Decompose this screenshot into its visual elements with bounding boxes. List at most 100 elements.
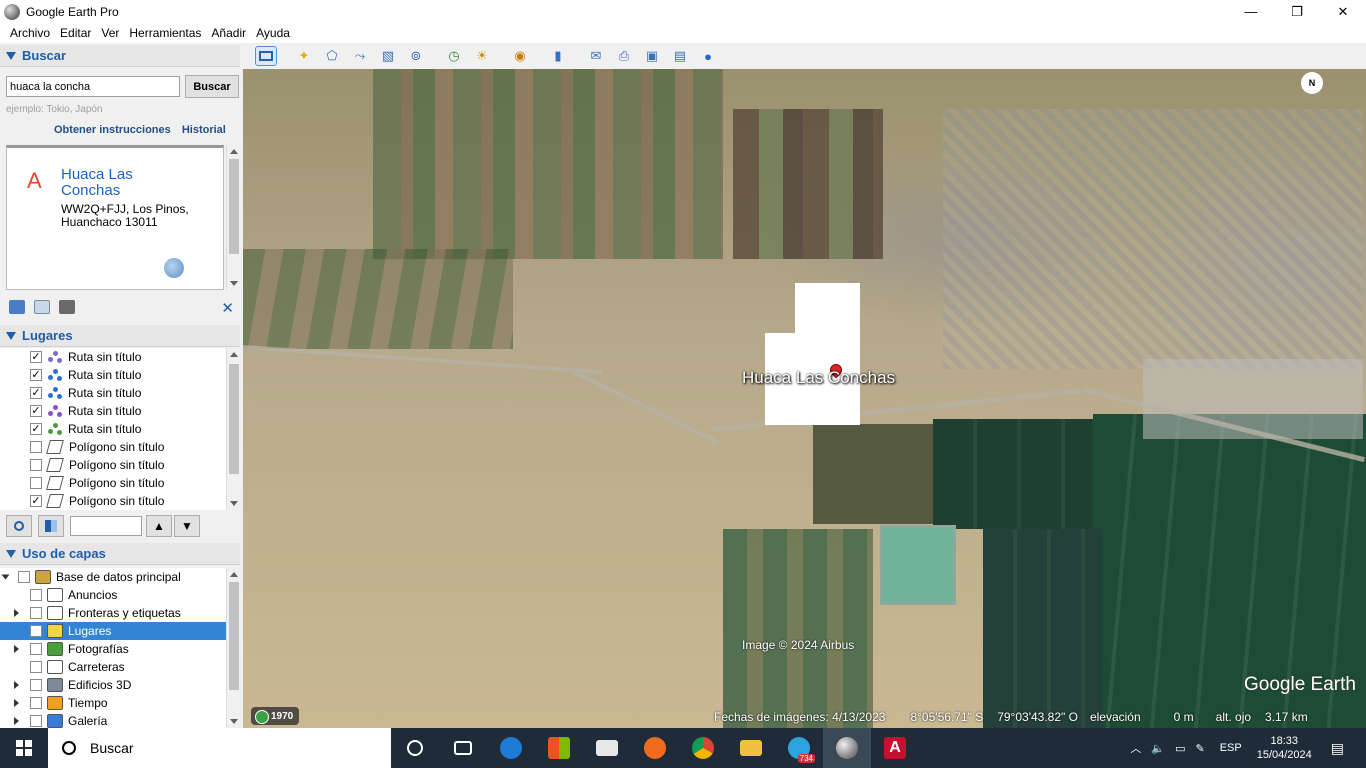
search-section-header[interactable]: Buscar xyxy=(0,45,240,67)
places-search-input[interactable] xyxy=(70,516,142,536)
earth-view-button[interactable]: ● xyxy=(697,46,719,66)
directions-link[interactable]: Obtener instrucciones xyxy=(54,124,171,136)
language-indicator[interactable]: ESP xyxy=(1220,742,1242,754)
place-checkbox[interactable]: ✓ xyxy=(30,405,42,417)
ruler-button[interactable]: ▮ xyxy=(547,46,569,66)
add-polygon-button[interactable]: ⬠ xyxy=(321,46,343,66)
brave-button[interactable] xyxy=(631,728,679,768)
expand-arrow-icon[interactable] xyxy=(1,574,10,580)
volume-icon[interactable]: 🔈 xyxy=(1151,742,1165,755)
placemark-label[interactable]: Huaca Las Conchas xyxy=(742,368,895,388)
show-hidden-icons-icon[interactable]: ︿ xyxy=(1130,740,1141,756)
result-title-link[interactable]: Huaca Las Conchas xyxy=(61,167,181,199)
layer-checkbox[interactable] xyxy=(30,625,42,637)
layer-item[interactable]: Tiempo xyxy=(0,694,228,712)
save-image-button[interactable]: ▣ xyxy=(641,46,663,66)
menu-herramientas[interactable]: Herramientas xyxy=(129,26,201,40)
layer-item[interactable]: Anuncios xyxy=(0,586,228,604)
place-checkbox[interactable] xyxy=(30,441,42,453)
compass-icon[interactable]: N xyxy=(1301,72,1323,94)
places-section-header[interactable]: Lugares xyxy=(0,325,240,347)
layer-item[interactable]: Lugares xyxy=(0,622,228,640)
menu-editar[interactable]: Editar xyxy=(60,26,91,40)
layer-item[interactable]: Base de datos principal xyxy=(0,568,228,586)
scroll-up-arrow-icon[interactable] xyxy=(230,572,238,577)
layer-checkbox[interactable] xyxy=(30,697,42,709)
cortana-button[interactable] xyxy=(391,728,439,768)
clock[interactable]: 18:33 15/04/2024 xyxy=(1257,734,1312,762)
taskbar-search-box[interactable]: Buscar xyxy=(48,728,391,768)
start-button[interactable] xyxy=(0,728,48,768)
place-item[interactable]: ✓ Polígono sin título xyxy=(0,492,228,510)
layer-checkbox[interactable] xyxy=(18,571,30,583)
sidebar-toggle-button[interactable] xyxy=(255,46,277,66)
search-button[interactable]: Buscar xyxy=(185,75,239,98)
place-checkbox[interactable]: ✓ xyxy=(30,351,42,363)
places-scrollbar[interactable] xyxy=(226,348,240,510)
layer-checkbox[interactable] xyxy=(30,661,42,673)
task-view-button[interactable] xyxy=(439,728,487,768)
notifications-icon[interactable]: ▤ xyxy=(1331,740,1344,757)
pen-icon[interactable]: ✎ xyxy=(1195,742,1204,755)
menu-ver[interactable]: Ver xyxy=(101,26,119,40)
email-button[interactable]: ✉ xyxy=(585,46,607,66)
telegram-button[interactable]: 734 xyxy=(775,728,823,768)
add-path-button[interactable]: ⤳ xyxy=(349,46,371,66)
layer-item[interactable]: Galería xyxy=(0,712,228,728)
expand-arrow-icon[interactable] xyxy=(14,681,19,689)
record-tour-button[interactable]: ⊚ xyxy=(405,46,427,66)
scroll-up-arrow-icon[interactable] xyxy=(230,352,238,357)
layer-checkbox[interactable] xyxy=(30,715,42,727)
place-item[interactable]: Polígono sin título xyxy=(0,438,228,456)
place-checkbox[interactable] xyxy=(30,459,42,471)
place-item[interactable]: Polígono sin título xyxy=(0,474,228,492)
maximize-button[interactable]: ❐ xyxy=(1274,0,1320,23)
layer-checkbox[interactable] xyxy=(30,607,42,619)
layer-checkbox[interactable] xyxy=(30,643,42,655)
close-button[interactable]: ✕ xyxy=(1320,0,1366,23)
google-earth-task-button[interactable] xyxy=(823,728,871,768)
layer-item[interactable]: Carreteras xyxy=(0,658,228,676)
minimize-button[interactable]: — xyxy=(1228,0,1274,23)
scroll-up-arrow-icon[interactable] xyxy=(230,149,238,154)
print-button[interactable]: ⎙ xyxy=(613,46,635,66)
store-button[interactable] xyxy=(535,728,583,768)
scroll-thumb[interactable] xyxy=(229,364,239,474)
expand-arrow-icon[interactable] xyxy=(14,645,19,653)
scroll-thumb[interactable] xyxy=(229,159,239,254)
add-folder-icon[interactable] xyxy=(9,300,25,314)
history-link[interactable]: Historial xyxy=(182,124,226,136)
layer-item[interactable]: Fotografías xyxy=(0,640,228,658)
place-checkbox[interactable]: ✓ xyxy=(30,387,42,399)
panel-toggle-button[interactable] xyxy=(38,515,64,537)
network-icon[interactable]: ▭ xyxy=(1175,742,1185,755)
place-item[interactable]: ✓ Ruta sin título xyxy=(0,348,228,366)
place-item[interactable]: ✓ Ruta sin título xyxy=(0,420,228,438)
scroll-down-arrow-icon[interactable] xyxy=(230,501,238,506)
add-placemark-button[interactable]: ✦ xyxy=(293,46,315,66)
menu-anadir[interactable]: Añadir xyxy=(211,26,246,40)
close-results-icon[interactable]: ✕ xyxy=(221,299,234,317)
menu-ayuda[interactable]: Ayuda xyxy=(256,26,290,40)
sunlight-button[interactable]: ☀ xyxy=(471,46,493,66)
place-item[interactable]: ✓ Ruta sin título xyxy=(0,402,228,420)
copy-icon[interactable] xyxy=(34,300,50,314)
layer-checkbox[interactable] xyxy=(30,679,42,691)
layers-scrollbar[interactable] xyxy=(226,568,240,728)
map-view[interactable]: Huaca Las Conchas Image © 2024 Airbus Go… xyxy=(243,69,1366,728)
search-input[interactable] xyxy=(6,76,180,97)
layers-section-header[interactable]: Uso de capas xyxy=(0,543,240,565)
historical-imagery-button[interactable]: ◷ xyxy=(443,46,465,66)
layer-checkbox[interactable] xyxy=(30,589,42,601)
expand-arrow-icon[interactable] xyxy=(14,699,19,707)
edge-button[interactable] xyxy=(487,728,535,768)
result-scrollbar[interactable] xyxy=(226,145,240,290)
scroll-down-arrow-icon[interactable] xyxy=(230,719,238,724)
place-checkbox[interactable]: ✓ xyxy=(30,495,42,507)
planets-button[interactable]: ◉ xyxy=(509,46,531,66)
layer-item[interactable]: Fronteras y etiquetas xyxy=(0,604,228,622)
move-down-button[interactable]: ▼ xyxy=(174,515,200,537)
place-item[interactable]: ✓ Ruta sin título xyxy=(0,384,228,402)
place-checkbox[interactable] xyxy=(30,477,42,489)
view-in-maps-button[interactable]: ▤ xyxy=(669,46,691,66)
